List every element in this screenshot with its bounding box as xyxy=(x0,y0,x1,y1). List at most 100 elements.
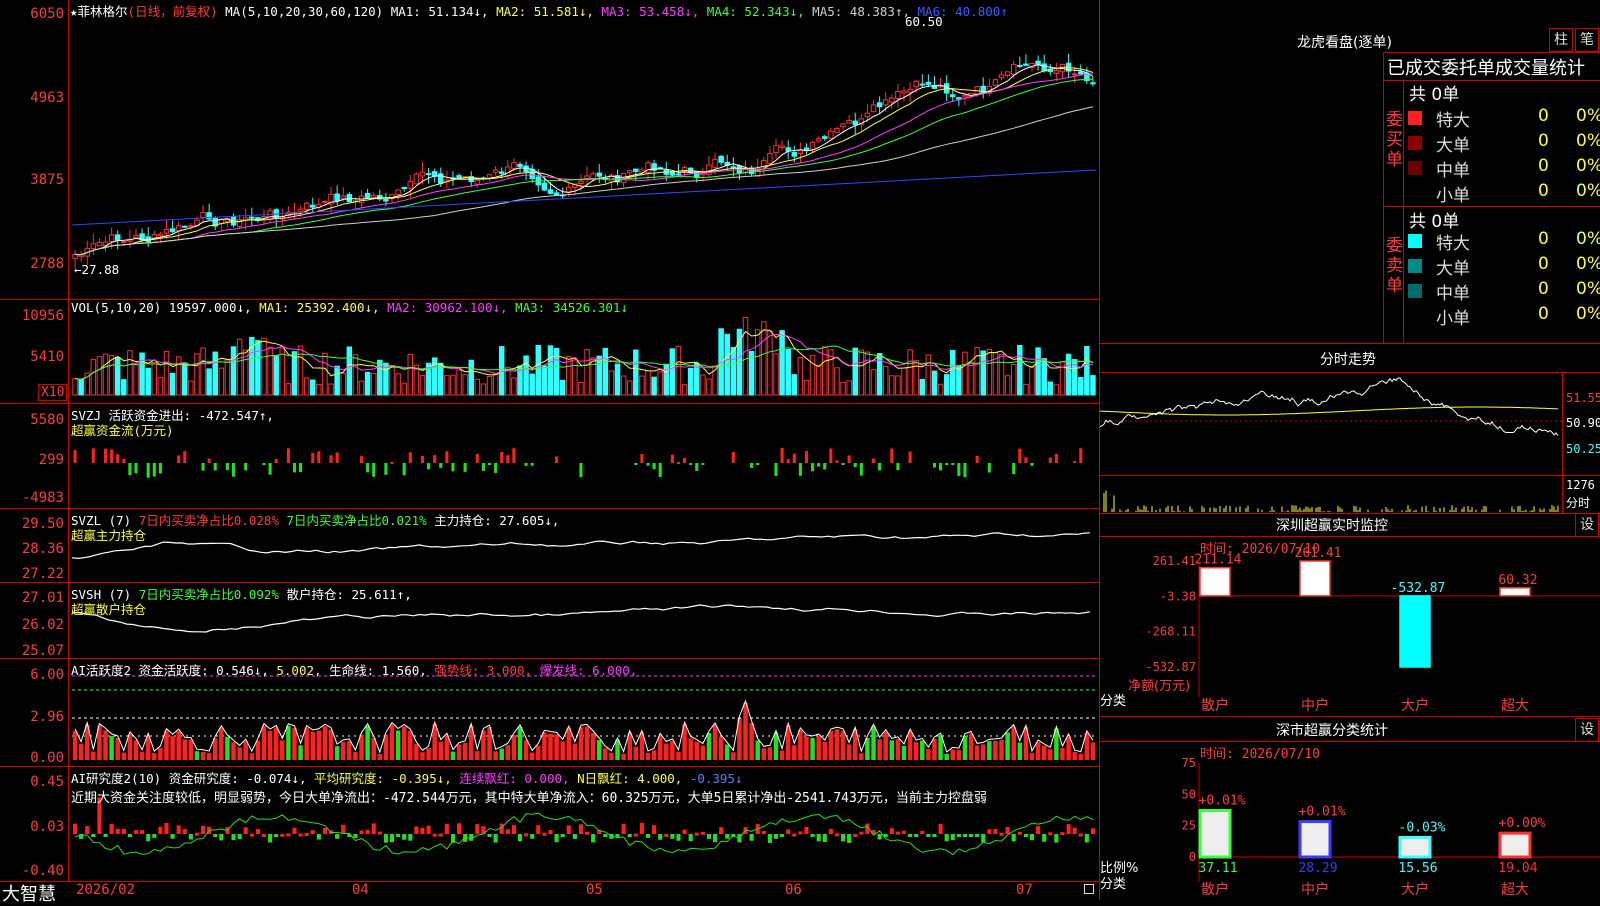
research-bar xyxy=(895,831,900,835)
volume-bar xyxy=(559,379,566,396)
volume-bar xyxy=(1035,347,1041,396)
row-label: 大单 xyxy=(1436,136,1470,156)
research-bar xyxy=(73,823,78,834)
fund-flow-bar xyxy=(670,454,674,463)
research-bar xyxy=(816,834,821,842)
activity-bar xyxy=(188,739,194,760)
volume-bar xyxy=(377,359,383,396)
fenshi-chart[interactable] xyxy=(1100,373,1562,513)
research-bar xyxy=(1017,831,1022,835)
fund-flow-bar xyxy=(939,463,943,471)
candle-body xyxy=(712,158,718,168)
research-bar xyxy=(572,834,577,840)
research-bar xyxy=(920,830,925,834)
research-bar xyxy=(822,834,827,843)
fund-flow-bar xyxy=(1024,457,1028,463)
ai2-axis-label: 0.03 xyxy=(30,819,64,835)
fenshi-vol-axis: 1276 xyxy=(1566,478,1595,492)
fund-flow-bar xyxy=(262,463,266,465)
main-chart-area[interactable]: ★菲林格尔(日线，前复权) MA(5,10,20,30,60,120) MA1:… xyxy=(0,0,1100,905)
volume-bar xyxy=(352,354,359,396)
fund-flow-bar xyxy=(183,451,187,463)
candle-body xyxy=(809,142,816,150)
activity-bar xyxy=(920,740,925,760)
candle-body xyxy=(108,234,115,242)
candle-body xyxy=(876,102,883,108)
volume-bar xyxy=(346,346,353,396)
fund-flow-bar xyxy=(433,455,437,463)
longhu-tab[interactable]: 已成交委托单成交量统计 xyxy=(1387,54,1585,80)
activity-bar xyxy=(645,752,651,760)
research-bar xyxy=(566,825,571,834)
activity-bar xyxy=(572,743,578,760)
research-bar xyxy=(932,834,937,837)
tick-mode-button[interactable]: 笔 xyxy=(1575,28,1599,52)
activity-bar xyxy=(408,731,413,760)
fund-flow-bar xyxy=(506,455,510,463)
activity-bar xyxy=(615,739,620,760)
lock-icon[interactable] xyxy=(1084,884,1094,894)
research-bar xyxy=(639,823,644,834)
research-bar xyxy=(109,823,114,834)
svsh-axis-label: 27.01 xyxy=(21,590,64,606)
activity-bar xyxy=(444,735,450,760)
candle-body xyxy=(1035,60,1041,65)
research-bar xyxy=(1066,824,1071,834)
activity-bar xyxy=(511,735,517,760)
sell-row-特大: 特大 0 0% xyxy=(1408,229,1600,254)
activity-bar xyxy=(133,740,139,760)
research-bar xyxy=(133,830,139,834)
research-bar xyxy=(1029,834,1035,841)
research-bar xyxy=(761,830,766,834)
activity-bar xyxy=(871,726,876,760)
activity-bar xyxy=(72,730,78,760)
fund-flow-bar xyxy=(244,463,248,471)
volume-bar xyxy=(590,357,596,396)
candle-body xyxy=(919,83,926,86)
sz-stat-change-label: +0.01% xyxy=(1299,805,1346,820)
sz-stat-change-label: +0.01% xyxy=(1199,793,1246,808)
research-bar xyxy=(1005,826,1010,834)
research-bar xyxy=(115,828,120,834)
date-label: 04 xyxy=(352,882,369,898)
volume-bar xyxy=(310,379,316,396)
ai1-t5: 爆发线: 6.000, xyxy=(539,663,638,678)
volume-bar xyxy=(754,329,761,396)
kline-chart-canvas[interactable] xyxy=(0,0,1100,900)
volume-bar xyxy=(541,365,548,396)
activity-bar xyxy=(755,740,760,760)
volume-bar xyxy=(943,374,950,396)
activity-bar xyxy=(731,752,736,760)
activity-bar xyxy=(688,738,693,760)
candle-body xyxy=(785,147,791,152)
candle-body xyxy=(815,138,822,142)
activity-bar xyxy=(237,747,242,760)
main-holding-line xyxy=(71,532,1090,560)
activity-bar xyxy=(822,742,828,760)
volume-bar xyxy=(791,374,798,396)
color-swatch xyxy=(1408,284,1422,298)
research-bar xyxy=(243,827,248,834)
activity-bar xyxy=(895,738,901,760)
activity-bar xyxy=(633,746,639,760)
svzl-t1: 7日内买卖净占比0.028% xyxy=(138,513,279,528)
research-bar xyxy=(298,833,303,837)
fenshi-panel[interactable]: 分时走势 51.55 50.90 50.25 1276 分时 xyxy=(1100,343,1600,514)
fund-flow-bar xyxy=(268,463,272,475)
research-bar xyxy=(426,825,431,834)
activity-bar xyxy=(968,733,974,760)
activity-bar xyxy=(1060,747,1065,760)
activity-bar xyxy=(859,753,864,760)
volume-bar xyxy=(858,349,865,396)
fund-flow-bar xyxy=(207,458,211,463)
activity-bar xyxy=(353,751,358,760)
vol-value: 19597.000↓, xyxy=(168,300,252,315)
volume-bar xyxy=(444,375,450,396)
research-bar xyxy=(676,834,681,841)
activity-bar xyxy=(700,745,706,760)
candle-body xyxy=(675,173,682,176)
research-bar xyxy=(585,831,590,835)
candle-body xyxy=(297,208,304,212)
volume-bar xyxy=(334,365,340,396)
bar-mode-button[interactable]: 柱 xyxy=(1549,28,1573,52)
